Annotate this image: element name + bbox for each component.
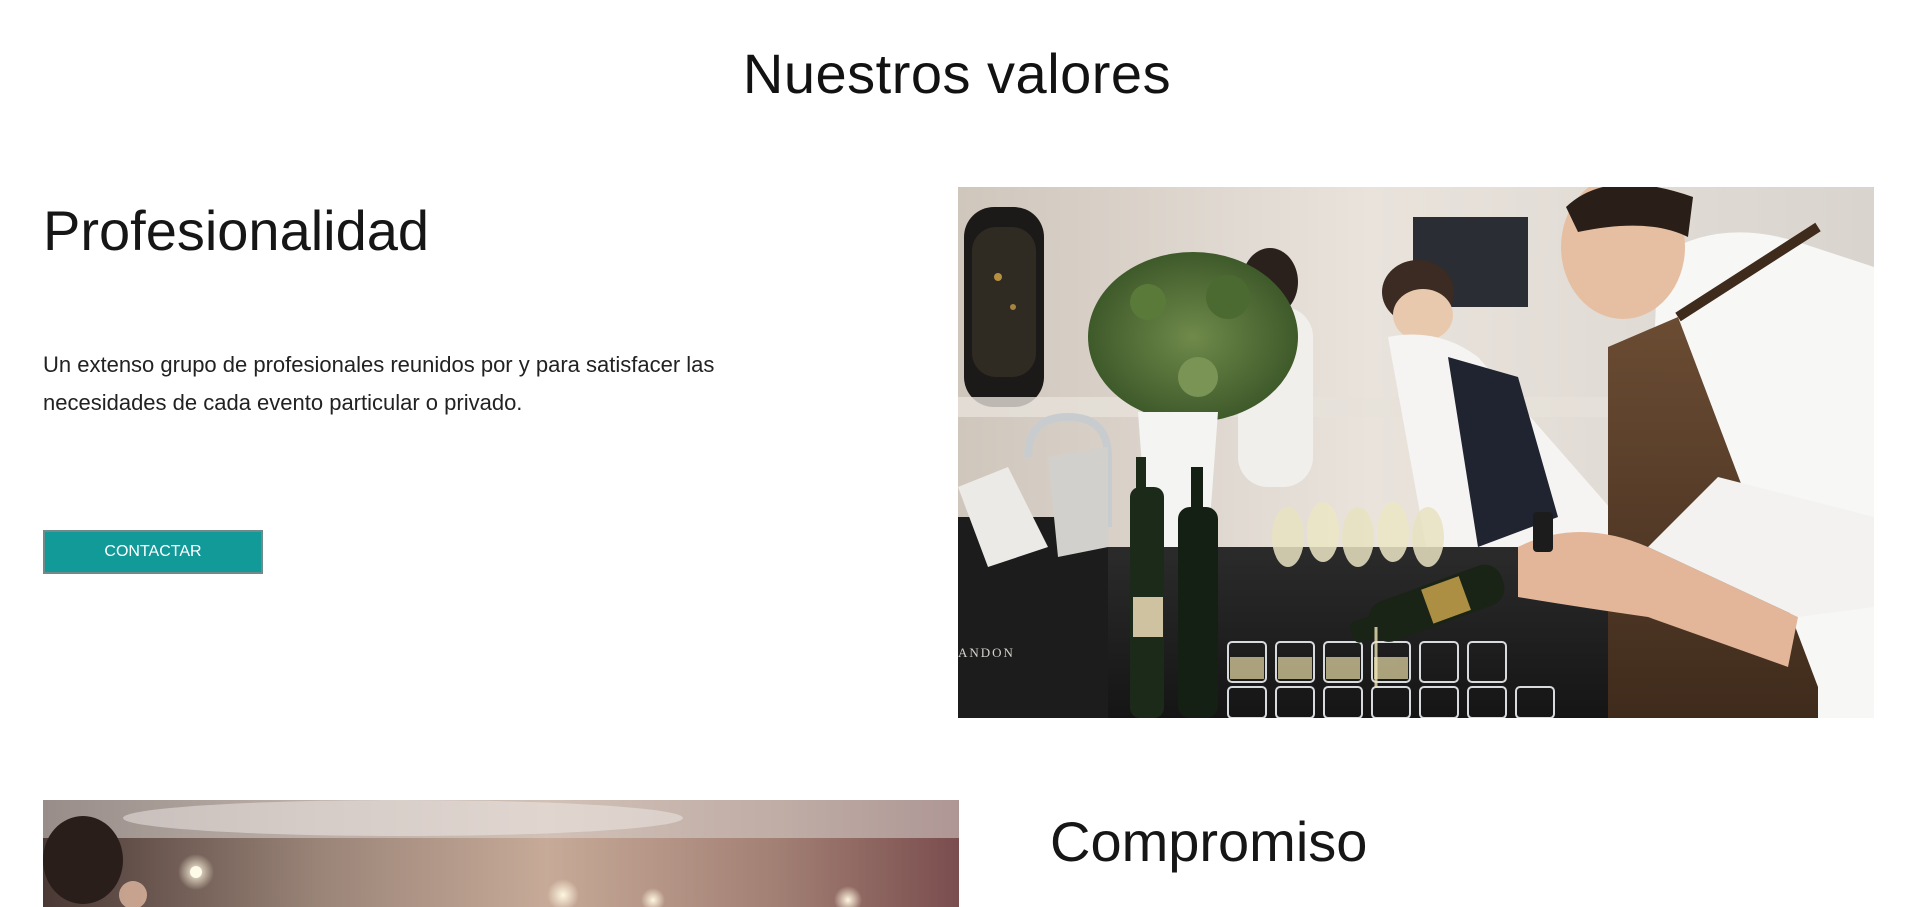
profesionalidad-description: Un extenso grupo de profesionales reunid… xyxy=(43,352,715,415)
profesionalidad-heading: Profesionalidad xyxy=(43,199,430,262)
bottle-label-text: ANDON xyxy=(958,645,1015,660)
contact-button[interactable]: CONTACTAR xyxy=(43,530,263,574)
catering-photo-illustration: ANDON xyxy=(958,187,1874,718)
compromiso-heading: Compromiso xyxy=(1050,810,1368,873)
event-photo-illustration xyxy=(43,800,959,907)
catering-photo: ANDON xyxy=(958,187,1874,718)
event-photo xyxy=(43,800,959,907)
section-title: Nuestros valores xyxy=(742,42,1172,105)
values-page: Nuestros valores Profesionalidad Un exte… xyxy=(0,0,1914,907)
